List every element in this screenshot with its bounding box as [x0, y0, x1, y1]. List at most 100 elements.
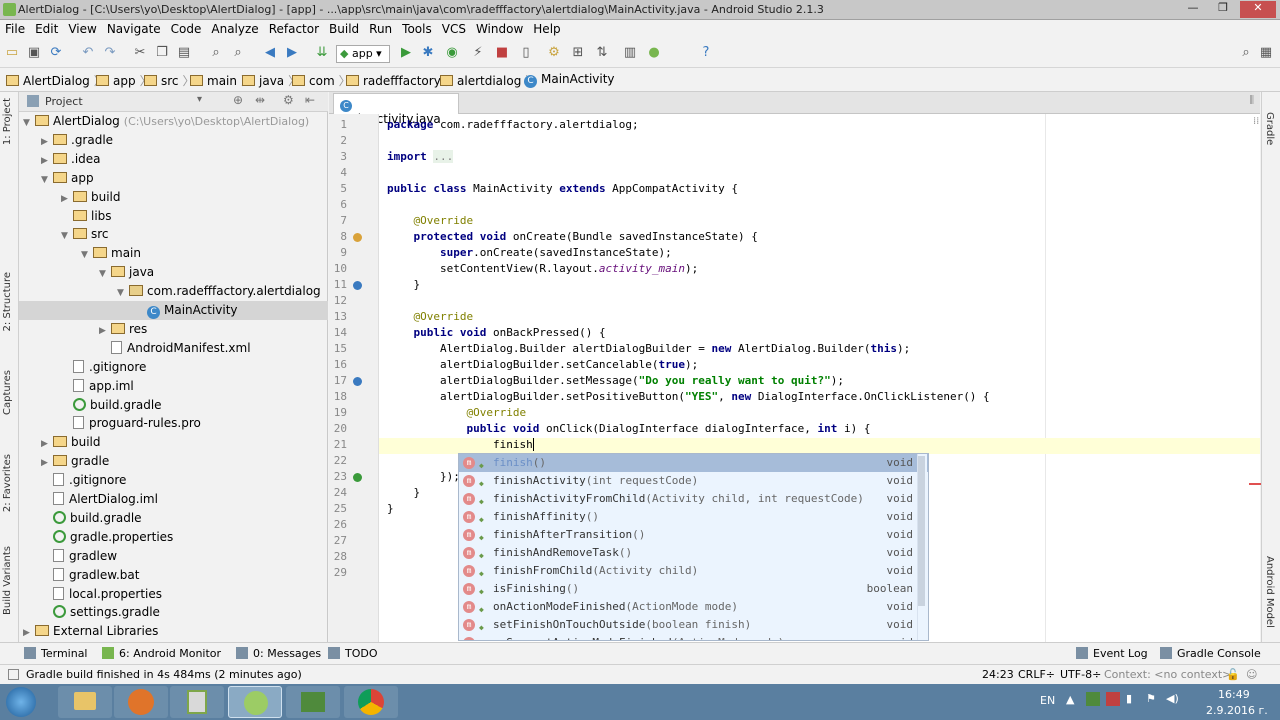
- tool-tab-project[interactable]: 1: Project: [2, 98, 13, 145]
- tree-item[interactable]: ▶ .gradle: [41, 131, 113, 150]
- layout-icon[interactable]: ▦: [1258, 45, 1274, 61]
- code-line-8[interactable]: public class MainActivity extends AppCom…: [387, 182, 738, 195]
- debug-icon[interactable]: ✱: [420, 45, 436, 61]
- completion-scrollbar[interactable]: [917, 454, 927, 640]
- tool-tab-android-model[interactable]: Android Model: [1264, 556, 1275, 628]
- tree-expand-icon[interactable]: ▶: [41, 133, 51, 151]
- completion-item[interactable]: m ◆ onSupportActionModeFinished(ActionMode…: [459, 634, 928, 640]
- start-button-icon[interactable]: [6, 687, 36, 717]
- tree-item[interactable]: ▶ gradle: [41, 452, 109, 471]
- project-view-dropdown-icon[interactable]: ▾: [197, 94, 202, 105]
- tool-tab-structure[interactable]: 2: Structure: [2, 272, 13, 331]
- settings-gear-icon[interactable]: ⚙: [283, 93, 294, 107]
- forward-icon[interactable]: ▶: [284, 45, 300, 61]
- tool-messages[interactable]: 0: Messages: [236, 647, 321, 660]
- tree-item[interactable]: ▶ External Libraries: [23, 622, 158, 641]
- tree-expand-icon[interactable]: ▼: [117, 284, 127, 302]
- tree-expand-icon[interactable]: ▼: [41, 171, 51, 189]
- code-line-21[interactable]: alertDialogBuilder.setPositiveButton("YE…: [387, 390, 990, 403]
- scroll-from-source-icon[interactable]: ⊕: [233, 93, 243, 107]
- undo-icon[interactable]: ↶: [80, 45, 96, 61]
- tray-flag-icon[interactable]: ⚑: [1146, 692, 1156, 705]
- menu-edit[interactable]: Edit: [30, 20, 63, 38]
- menu-navigate[interactable]: Navigate: [102, 20, 166, 38]
- code-line-27[interactable]: }: [387, 486, 420, 499]
- tool-todo[interactable]: TODO: [328, 647, 378, 660]
- project-structure-icon[interactable]: ⚙: [546, 45, 562, 61]
- breadcrumb-alertdialog[interactable]: AlertDialog〉: [6, 72, 106, 89]
- menu-build[interactable]: Build: [324, 20, 364, 38]
- menu-code[interactable]: Code: [166, 20, 207, 38]
- project-view-select[interactable]: Project: [45, 95, 83, 108]
- line-separator[interactable]: CRLF÷: [1018, 668, 1055, 681]
- tree-item[interactable]: gradle.properties: [41, 528, 173, 547]
- code-line-12[interactable]: super.onCreate(savedInstanceState);: [387, 246, 672, 259]
- breadcrumb-alertdialog-pkg[interactable]: alertdialog〉: [440, 72, 537, 89]
- back-icon[interactable]: ◀: [262, 45, 278, 61]
- tree-expand-icon[interactable]: ▼: [61, 227, 71, 245]
- sdk-manager-icon[interactable]: ⊞: [570, 45, 586, 61]
- completion-scroll-thumb[interactable]: [918, 456, 925, 606]
- code-line-17[interactable]: public void onBackPressed() {: [387, 326, 606, 339]
- tool-event-log[interactable]: Event Log: [1076, 647, 1148, 660]
- make-project-icon[interactable]: ⇊: [314, 45, 330, 61]
- tool-tab-favorites[interactable]: 2: Favorites: [2, 454, 13, 512]
- code-line-19[interactable]: alertDialogBuilder.setCancelable(true);: [387, 358, 698, 371]
- taskbar-chrome-icon[interactable]: [344, 686, 398, 718]
- override-marker-icon[interactable]: [353, 377, 362, 386]
- split-editor-icon[interactable]: ⫼: [1249, 95, 1254, 106]
- copy-icon[interactable]: ❐: [154, 45, 170, 61]
- close-button[interactable]: ✕: [1240, 1, 1276, 18]
- menu-run[interactable]: Run: [364, 20, 397, 38]
- implements-marker-icon[interactable]: [353, 473, 362, 482]
- taskbar-recorder-icon[interactable]: [286, 686, 340, 718]
- tree-item[interactable]: ▶ .idea: [41, 150, 101, 169]
- tree-expand-icon[interactable]: ▼: [23, 114, 33, 132]
- code-line-23[interactable]: public void onClick(DialogInterface dial…: [387, 422, 870, 435]
- tree-item[interactable]: ▼ com.radefffactory.alertdialog: [117, 282, 321, 301]
- menu-window[interactable]: Window: [471, 20, 528, 38]
- breadcrumb-com[interactable]: com 〉: [292, 72, 351, 89]
- run-configuration-select[interactable]: ◆ app ▾: [336, 45, 390, 63]
- android-icon[interactable]: ●: [646, 45, 662, 61]
- stop-icon[interactable]: ■: [494, 45, 510, 61]
- tree-expand-icon[interactable]: ▼: [99, 265, 109, 283]
- tree-item[interactable]: local.properties: [41, 585, 162, 604]
- tree-expand-icon[interactable]: ▶: [99, 322, 109, 340]
- tool-tab-captures[interactable]: Captures: [2, 370, 13, 415]
- tree-item[interactable]: AlertDialog.iml: [41, 490, 158, 509]
- code-line-1[interactable]: package com.radefffactory.alertdialog;: [387, 118, 639, 131]
- override-marker-icon[interactable]: [353, 281, 362, 290]
- tool-windows-icon[interactable]: [8, 669, 19, 680]
- tool-android-monitor[interactable]: 6: Android Monitor: [102, 647, 221, 660]
- code-line-26[interactable]: });: [387, 470, 460, 483]
- code-line-18[interactable]: AlertDialog.Builder alertDialogBuilder =…: [387, 342, 910, 355]
- clock-date[interactable]: 2.9.2016 г.: [1206, 704, 1268, 717]
- language-indicator[interactable]: EN: [1040, 694, 1055, 707]
- tree-item[interactable]: .gitignore: [61, 358, 146, 377]
- tree-item[interactable]: libs: [61, 207, 112, 226]
- tree-item[interactable]: gradlew.bat: [41, 566, 139, 585]
- menu-refactor[interactable]: Refactor: [264, 20, 324, 38]
- hide-panel-icon[interactable]: ⇤: [305, 93, 315, 107]
- tree-item[interactable]: proguard-rules.pro: [61, 414, 201, 433]
- completion-item[interactable]: m ◆ finishActivity(int requestCode) void: [459, 472, 928, 490]
- completion-item[interactable]: m ◆ finishActivityFromChild(Activity child…: [459, 490, 928, 508]
- menu-tools[interactable]: Tools: [397, 20, 437, 38]
- completion-item[interactable]: m ◆ finish() void: [459, 454, 928, 472]
- run-icon[interactable]: ▶: [398, 45, 414, 61]
- code-line-10[interactable]: @Override: [387, 214, 474, 227]
- status-message[interactable]: Gradle build finished in 4s 484ms (2 min…: [26, 668, 302, 681]
- menu-analyze[interactable]: Analyze: [206, 20, 263, 38]
- tree-expand-icon[interactable]: ▶: [41, 435, 51, 453]
- search-everywhere-icon[interactable]: ⌕: [1238, 45, 1254, 61]
- completion-item[interactable]: m ◆ finishAfterTransition() void: [459, 526, 928, 544]
- tree-item[interactable]: ▼ AlertDialog (C:\Users\yo\Desktop\AlertDi…: [23, 112, 309, 131]
- tree-item[interactable]: ▼ src: [61, 225, 109, 244]
- tree-expand-icon[interactable]: ▶: [23, 624, 33, 642]
- replace-icon[interactable]: ⌕: [230, 45, 246, 61]
- tool-tab-build-variants[interactable]: Build Variants: [2, 546, 13, 615]
- apply-changes-icon[interactable]: ⚡: [470, 45, 486, 61]
- tray-app-icon[interactable]: [1086, 692, 1100, 706]
- save-icon[interactable]: ▣: [26, 45, 42, 61]
